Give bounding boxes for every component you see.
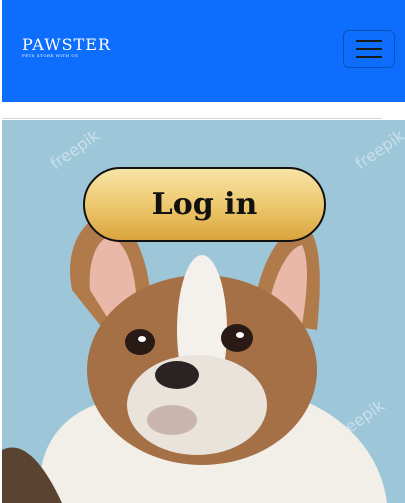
brand-tagline: PETS STORE WITH US bbox=[22, 53, 79, 58]
login-button[interactable]: Log in bbox=[83, 167, 326, 242]
brand-text: PAWSTER PETS STORE WITH US bbox=[22, 37, 111, 59]
brand-name: PAWSTER bbox=[22, 35, 112, 54]
navbar: PAWSTER PETS STORE WITH US bbox=[2, 0, 405, 102]
divider bbox=[2, 118, 382, 119]
hamburger-icon-bar bbox=[356, 56, 382, 58]
brand-logo[interactable]: PAWSTER PETS STORE WITH US bbox=[20, 20, 110, 76]
menu-toggle-button[interactable] bbox=[343, 30, 395, 68]
hamburger-icon-bar bbox=[356, 48, 382, 50]
hamburger-icon-bar bbox=[356, 40, 382, 42]
